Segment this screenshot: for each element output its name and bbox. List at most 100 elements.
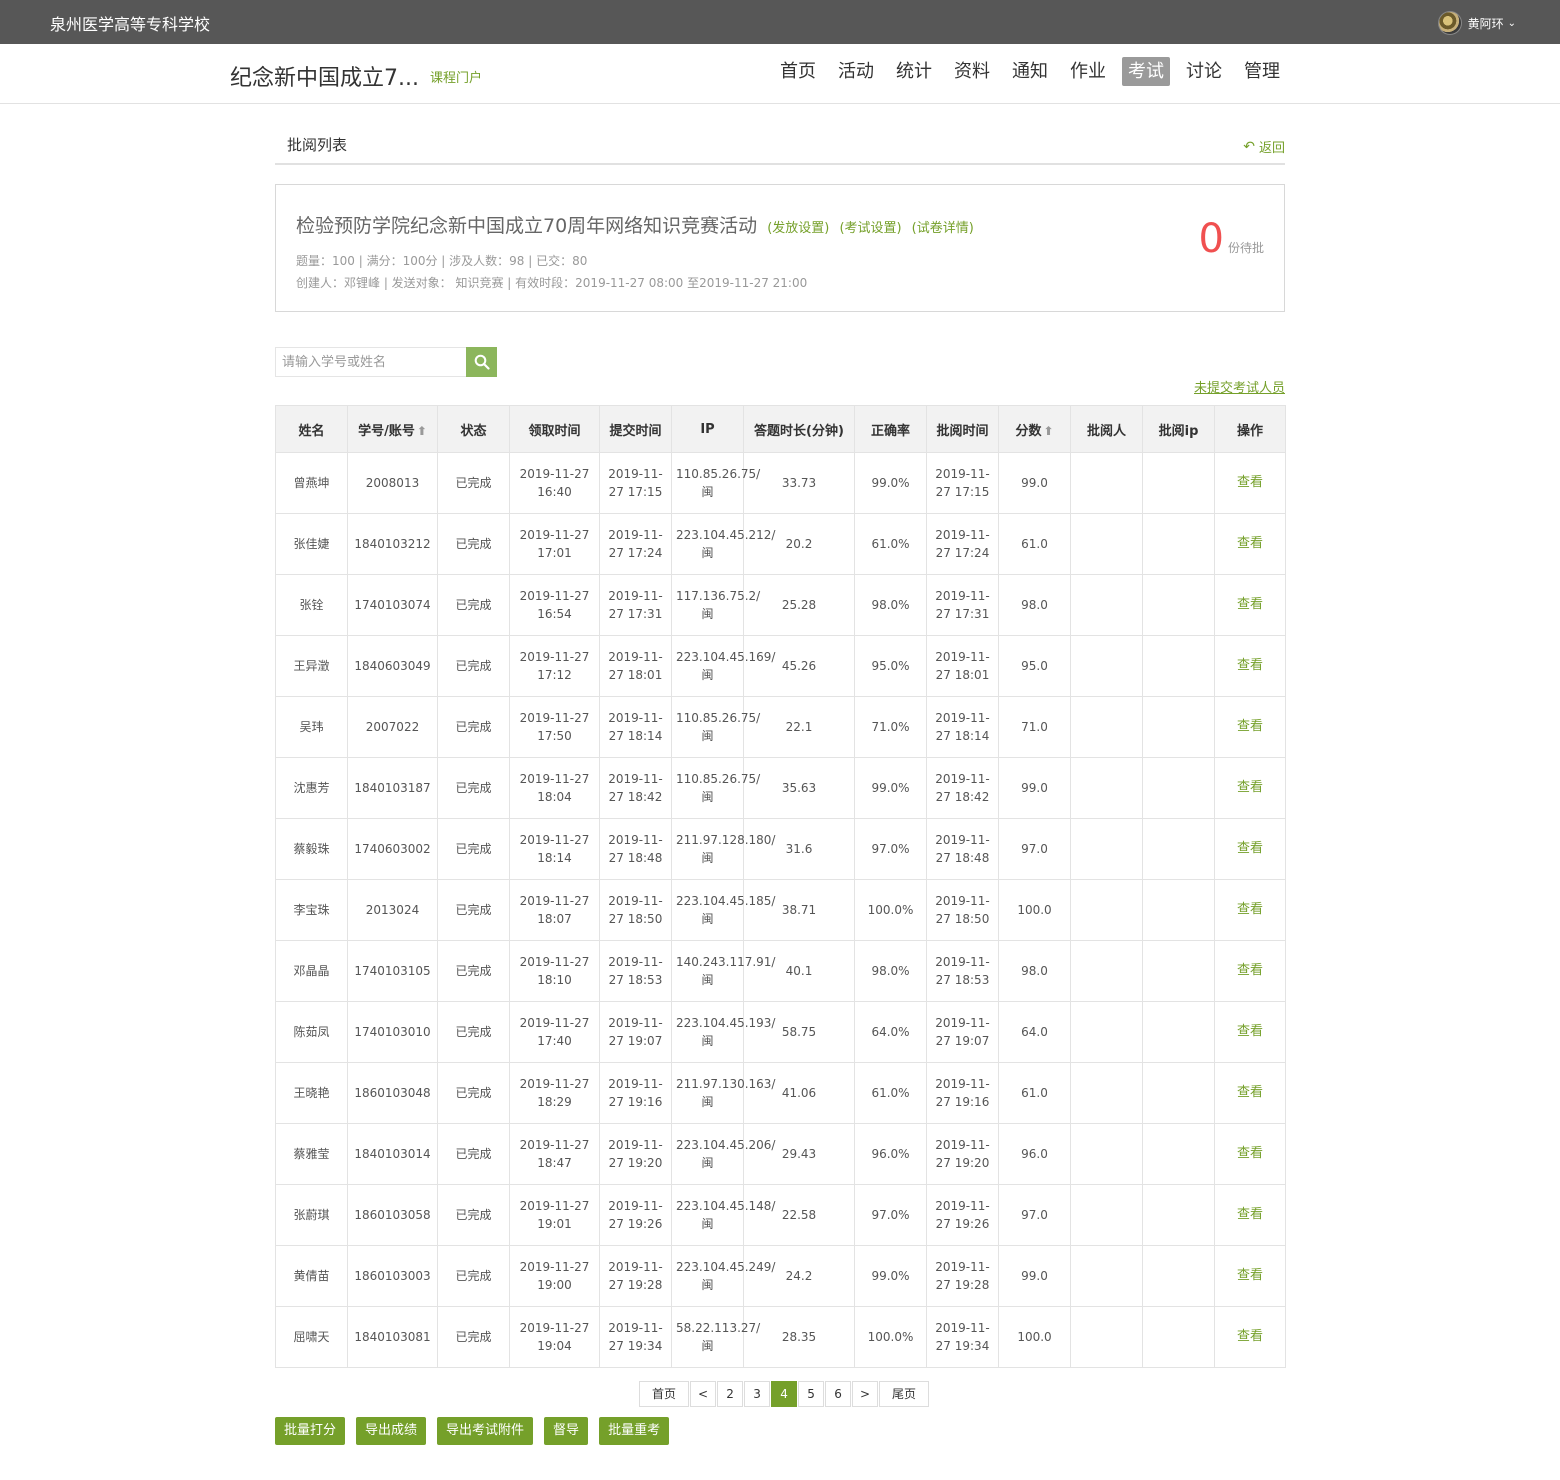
back-arrow-icon[interactable]: ↶ [1243, 139, 1255, 155]
page-item-7[interactable]: > [852, 1381, 879, 1407]
cell-ip: 223.104.45.249/闽 [671, 1245, 775, 1307]
action-button-3[interactable]: 督导 [544, 1417, 589, 1445]
cell-get-time: 2019-11-27 18:07 [509, 879, 600, 941]
unsubmitted-link[interactable]: 未提交考试人员 [1194, 377, 1285, 396]
course-portal-link[interactable]: 课程门户 [430, 67, 482, 86]
nav-item-2[interactable]: 统计 [890, 57, 938, 86]
page-item-1[interactable]: < [690, 1381, 717, 1407]
pagination: 首页 <2 3 4 5 6 > 尾页 [639, 1381, 930, 1407]
cell-get-time: 2019-11-27 18:14 [509, 818, 600, 880]
column-header-1[interactable]: 学号/账号 ⬆ [347, 405, 438, 453]
view-link[interactable]: 查看 [1214, 818, 1286, 880]
nav-item-5[interactable]: 作业 [1064, 57, 1112, 86]
page-item-5[interactable]: 5 [798, 1381, 825, 1407]
action-button-1[interactable]: 导出成绩 [356, 1417, 427, 1445]
action-button-4[interactable]: 批量重考 [599, 1417, 670, 1445]
exam-link-release-settings[interactable]: (发放设置) [767, 221, 829, 236]
cell-status: 已完成 [437, 757, 510, 819]
view-link[interactable]: 查看 [1214, 513, 1286, 575]
view-link[interactable]: 查看 [1214, 940, 1286, 1002]
cell-ip: 110.85.26.75/闽 [671, 757, 760, 819]
table-row: 陈茹凤 1740103010 已完成 2019-11-27 17:40 2019-11-… [275, 1001, 1286, 1063]
cell-accuracy: 96.0% [854, 1123, 927, 1185]
sort-up-icon[interactable]: ⬆ [417, 424, 427, 438]
cell-duration: 28.35 [743, 1306, 855, 1368]
page-item-0[interactable]: 首页 [639, 1381, 690, 1407]
table-row: 张佳婕 1840103212 已完成 2019-11-27 17:01 2019-11-… [275, 513, 1286, 575]
cell-id: 1840103014 [347, 1123, 438, 1185]
cell-submit-time: 2019-11-27 18:01 [599, 635, 672, 697]
cell-reviewer-ip [1142, 757, 1215, 819]
search-button[interactable] [466, 347, 497, 377]
cell-reviewer-ip [1142, 1062, 1215, 1124]
view-link[interactable]: 查看 [1214, 757, 1286, 819]
page-item-3[interactable]: 3 [744, 1381, 771, 1407]
exam-title: 检验预防学院纪念新中国成立70周年网络知识竞赛活动 [296, 215, 758, 237]
table-row: 曾燕坤 2008013 已完成 2019-11-27 16:40 2019-11-27 … [275, 452, 1286, 514]
cell-reviewer [1070, 574, 1143, 636]
cell-status: 已完成 [437, 1123, 510, 1185]
nav-item-1[interactable]: 活动 [832, 57, 880, 86]
cell-accuracy: 95.0% [854, 635, 927, 697]
page-item-4[interactable]: 4 [771, 1381, 798, 1407]
cell-accuracy: 71.0% [854, 696, 927, 758]
search-icon[interactable] [474, 354, 490, 370]
school-name[interactable]: 泉州医学高等专科学校 [50, 11, 210, 35]
back-link[interactable]: ↶ 返回 [1243, 137, 1285, 157]
user-name[interactable]: 黄阿环 [1468, 15, 1504, 32]
nav-item-6[interactable]: 考试 [1122, 57, 1170, 86]
sort-up-icon[interactable]: ⬆ [1043, 424, 1053, 438]
table-header-row: 姓名 学号/账号 ⬆ 状态 领取时间 提交时间 IP 答题时长(分钟) 正确率 批阅时间 分数 ⬆ 批阅… [275, 405, 1286, 453]
back-label[interactable]: 返回 [1259, 137, 1285, 156]
cell-submit-time: 2019-11-27 19:34 [599, 1306, 672, 1368]
cell-review-time: 2019-11-27 19:28 [926, 1245, 999, 1307]
chevron-down-icon[interactable]: ⌄ [1508, 18, 1516, 29]
action-button-0[interactable]: 批量打分 [275, 1417, 346, 1445]
course-nav: 首页 活动 统计 资料 通知 作业 考试 讨论 管理 [774, 57, 1296, 86]
cell-get-time: 2019-11-27 18:10 [509, 940, 600, 1002]
view-link[interactable]: 查看 [1214, 1184, 1286, 1246]
cell-accuracy: 100.0% [854, 1306, 927, 1368]
nav-item-4[interactable]: 通知 [1006, 57, 1054, 86]
nav-item-0[interactable]: 首页 [774, 57, 822, 86]
view-link[interactable]: 查看 [1214, 1123, 1286, 1185]
cell-score: 99.0 [998, 452, 1071, 514]
cell-score: 98.0 [998, 940, 1071, 1002]
view-link[interactable]: 查看 [1214, 574, 1286, 636]
view-link[interactable]: 查看 [1214, 452, 1286, 514]
search-input[interactable] [276, 348, 466, 376]
avatar[interactable] [1437, 11, 1462, 35]
cell-accuracy: 99.0% [854, 1245, 927, 1307]
exam-link-paper-details[interactable]: (试卷详情) [912, 221, 974, 236]
cell-duration: 33.73 [743, 452, 855, 514]
nav-item-8[interactable]: 管理 [1238, 57, 1286, 86]
nav-item-3[interactable]: 资料 [948, 57, 996, 86]
view-link[interactable]: 查看 [1214, 696, 1286, 758]
cell-review-time: 2019-11-27 19:16 [926, 1062, 999, 1124]
page-item-6[interactable]: 6 [825, 1381, 852, 1407]
cell-accuracy: 99.0% [854, 452, 927, 514]
view-link[interactable]: 查看 [1214, 1001, 1286, 1063]
action-button-2[interactable]: 导出考试附件 [437, 1417, 534, 1445]
view-link[interactable]: 查看 [1214, 1062, 1286, 1124]
cell-id: 1860103003 [347, 1245, 438, 1307]
course-bar: 纪念新中国成立7... 课程门户 首页 活动 统计 资料 通知 作业 考试 讨论 管理 [0, 44, 1560, 104]
cell-review-time: 2019-11-27 17:31 [926, 574, 999, 636]
cell-name: 李宝珠 [275, 879, 348, 941]
nav-item-7[interactable]: 讨论 [1180, 57, 1228, 86]
view-link[interactable]: 查看 [1214, 635, 1286, 697]
table-row: 蔡雅莹 1840103014 已完成 2019-11-27 18:47 2019-11-… [275, 1123, 1286, 1185]
page-item-8[interactable]: 尾页 [879, 1381, 930, 1407]
view-link[interactable]: 查看 [1214, 1306, 1286, 1368]
cell-status: 已完成 [437, 1062, 510, 1124]
view-link[interactable]: 查看 [1214, 1245, 1286, 1307]
page-item-2[interactable]: 2 [717, 1381, 744, 1407]
user-menu[interactable]: 黄阿环 ⌄ [1437, 11, 1516, 35]
column-header-label: 答题时长(分钟) [754, 423, 844, 439]
cell-ip: 223.104.45.169/闽 [671, 635, 775, 697]
cell-status: 已完成 [437, 513, 510, 575]
exam-link-exam-settings[interactable]: (考试设置) [839, 221, 901, 236]
view-link[interactable]: 查看 [1214, 879, 1286, 941]
cell-get-time: 2019-11-27 16:54 [509, 574, 600, 636]
column-header-9[interactable]: 分数 ⬆ [998, 405, 1071, 453]
